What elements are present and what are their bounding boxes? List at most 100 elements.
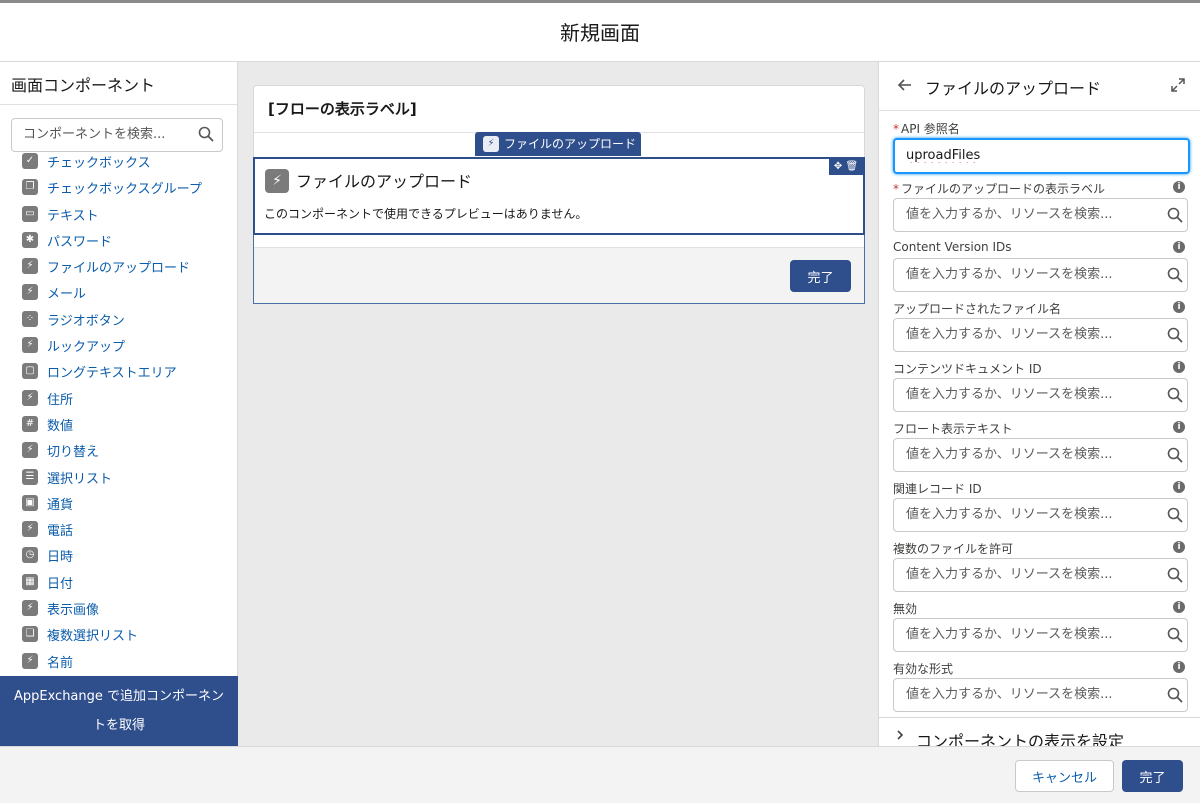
info-icon[interactable]: i (1173, 421, 1185, 433)
component-item[interactable]: ▢ ロングテキストエリア (0, 358, 237, 384)
search-icon[interactable] (1167, 387, 1183, 403)
component-item[interactable]: ▣ 通貨 (0, 490, 237, 516)
property-value-input[interactable] (894, 499, 1166, 529)
component-item[interactable]: ❏ 複数選択リスト (0, 621, 237, 647)
component-item-label[interactable]: 電話 (47, 520, 73, 539)
component-item[interactable]: ☰ 選択リスト (0, 464, 237, 490)
move-icon[interactable]: ✥ (834, 161, 842, 172)
done-button[interactable]: 完了 (1122, 760, 1183, 792)
flow-label[interactable]: [フローの表示ラベル] (268, 98, 417, 119)
component-item[interactable]: # 数値 (0, 411, 237, 437)
component-search-input[interactable] (12, 119, 199, 149)
chevron-right-icon[interactable] (895, 730, 905, 740)
component-item[interactable]: ◷ 日時 (0, 542, 237, 568)
search-icon[interactable] (1167, 507, 1183, 523)
component-item-label[interactable]: メール (47, 283, 86, 302)
component-item[interactable]: ▦ 日付 (0, 569, 237, 595)
component-item-label[interactable]: 日付 (47, 573, 73, 592)
info-icon[interactable]: i (1173, 541, 1185, 553)
search-icon[interactable] (1167, 687, 1183, 703)
cancel-button[interactable]: キャンセル (1015, 760, 1114, 792)
component-item[interactable]: ⚡ 住所 (0, 385, 237, 411)
property-value-input[interactable] (894, 559, 1166, 589)
component-item[interactable]: ⚡ 名前 (0, 648, 237, 674)
component-item[interactable]: ⚡ 表示画像 (0, 595, 237, 621)
search-icon[interactable] (1167, 267, 1183, 283)
component-item-label[interactable]: ルックアップ (47, 336, 125, 355)
property-value-input[interactable] (894, 319, 1166, 349)
property-value-input[interactable] (894, 439, 1166, 469)
info-icon[interactable]: i (1173, 241, 1185, 253)
component-item-label[interactable]: チェックボックスグループ (47, 178, 202, 197)
property-input[interactable] (893, 618, 1188, 652)
component-item-label[interactable]: チェックボックス (47, 152, 151, 171)
lightning-icon: ⚡ (22, 652, 38, 669)
api-name-input[interactable] (895, 140, 1166, 170)
search-icon[interactable] (1167, 447, 1183, 463)
component-item-label[interactable]: 選択リスト (47, 468, 112, 487)
component-item-label[interactable]: ファイルのアップロード (47, 257, 190, 276)
info-icon[interactable]: i (1173, 301, 1185, 313)
component-item-label[interactable]: 表示画像 (47, 599, 99, 618)
back-arrow-icon[interactable] (897, 77, 913, 93)
search-icon[interactable] (1167, 567, 1183, 583)
appexchange-link[interactable]: AppExchange で追加コンポーネントを取得 (0, 676, 238, 746)
search-icon[interactable] (1167, 627, 1183, 643)
property-input[interactable] (893, 378, 1188, 412)
component-item[interactable]: ⚡ 電話 (0, 516, 237, 542)
visibility-section[interactable]: コンポーネントの表示を設定 (879, 717, 1200, 746)
property-value-input[interactable] (894, 619, 1166, 649)
property-input[interactable] (893, 498, 1188, 532)
property-value-input[interactable] (894, 259, 1166, 289)
trash-icon[interactable]: 🗑 (845, 161, 858, 172)
component-item[interactable]: ⁘ ラジオボタン (0, 306, 237, 332)
property-value-input[interactable] (894, 379, 1166, 409)
property-input[interactable] (893, 558, 1188, 592)
component-item-label[interactable]: 切り替え (47, 441, 99, 460)
component-item-label[interactable]: 名前 (47, 652, 73, 671)
component-item[interactable]: ✱ パスワード (0, 227, 237, 253)
api-name-field[interactable] (893, 138, 1190, 174)
component-item[interactable]: ✓ チェックボックス (0, 148, 237, 174)
component-search[interactable] (11, 118, 223, 152)
property-value-input[interactable] (894, 679, 1166, 709)
info-icon[interactable]: i (1173, 601, 1185, 613)
property-input[interactable] (893, 438, 1188, 472)
search-icon[interactable] (198, 126, 214, 142)
component-item-label[interactable]: 住所 (47, 389, 73, 408)
info-icon[interactable]: i (1173, 481, 1185, 493)
property-label: コンテンツドキュメント ID (893, 360, 1042, 377)
visibility-label[interactable]: コンポーネントの表示を設定 (916, 728, 1124, 746)
component-item-label[interactable]: ロングテキストエリア (47, 362, 177, 381)
component-item[interactable]: ⚡ ルックアップ (0, 332, 237, 358)
component-item-label[interactable]: ラジオボタン (47, 310, 125, 329)
component-item-label[interactable]: テキスト (47, 205, 99, 224)
component-item-label[interactable]: 複数選択リスト (47, 625, 138, 644)
property-input[interactable] (893, 198, 1188, 232)
footer-bar (254, 235, 864, 248)
property-value-input[interactable] (894, 199, 1166, 229)
property-input[interactable] (893, 318, 1188, 352)
info-icon[interactable]: i (1173, 361, 1185, 373)
component-item[interactable]: ❐ チェックボックスグループ (0, 174, 237, 200)
property-input[interactable] (893, 678, 1188, 712)
component-item[interactable]: ⚡ ファイルのアップロード (0, 253, 237, 279)
component-item-label[interactable]: 数値 (47, 415, 73, 434)
component-item[interactable]: ▭ テキスト (0, 201, 237, 227)
file-upload-component[interactable]: ✥ 🗑 ⚡ ファイルのアップロード このコンポーネントで使用できるプレビューはあ… (253, 157, 865, 235)
info-icon[interactable]: i (1173, 181, 1185, 193)
property-input[interactable] (893, 258, 1188, 292)
info-icon[interactable]: i (1173, 661, 1185, 673)
component-list: ✓ チェックボックス ❐ チェックボックスグループ ▭ テキスト ✱ パスワード ⚡ ファイルのア… (0, 148, 237, 674)
search-icon[interactable] (1167, 207, 1183, 223)
property-field: 複数のファイルを許可 i (879, 538, 1200, 598)
search-icon[interactable] (1167, 327, 1183, 343)
canvas-done-button[interactable]: 完了 (790, 260, 851, 292)
component-item-label[interactable]: 日時 (47, 546, 73, 565)
component-item-label[interactable]: 通貨 (47, 494, 73, 513)
expand-icon[interactable] (1171, 78, 1185, 92)
component-item[interactable]: ⚡ メール (0, 279, 237, 305)
component-item[interactable]: ⚡ 切り替え (0, 437, 237, 463)
move-delete-controls[interactable]: ✥ 🗑 (829, 159, 863, 175)
component-item-label[interactable]: パスワード (47, 231, 112, 250)
